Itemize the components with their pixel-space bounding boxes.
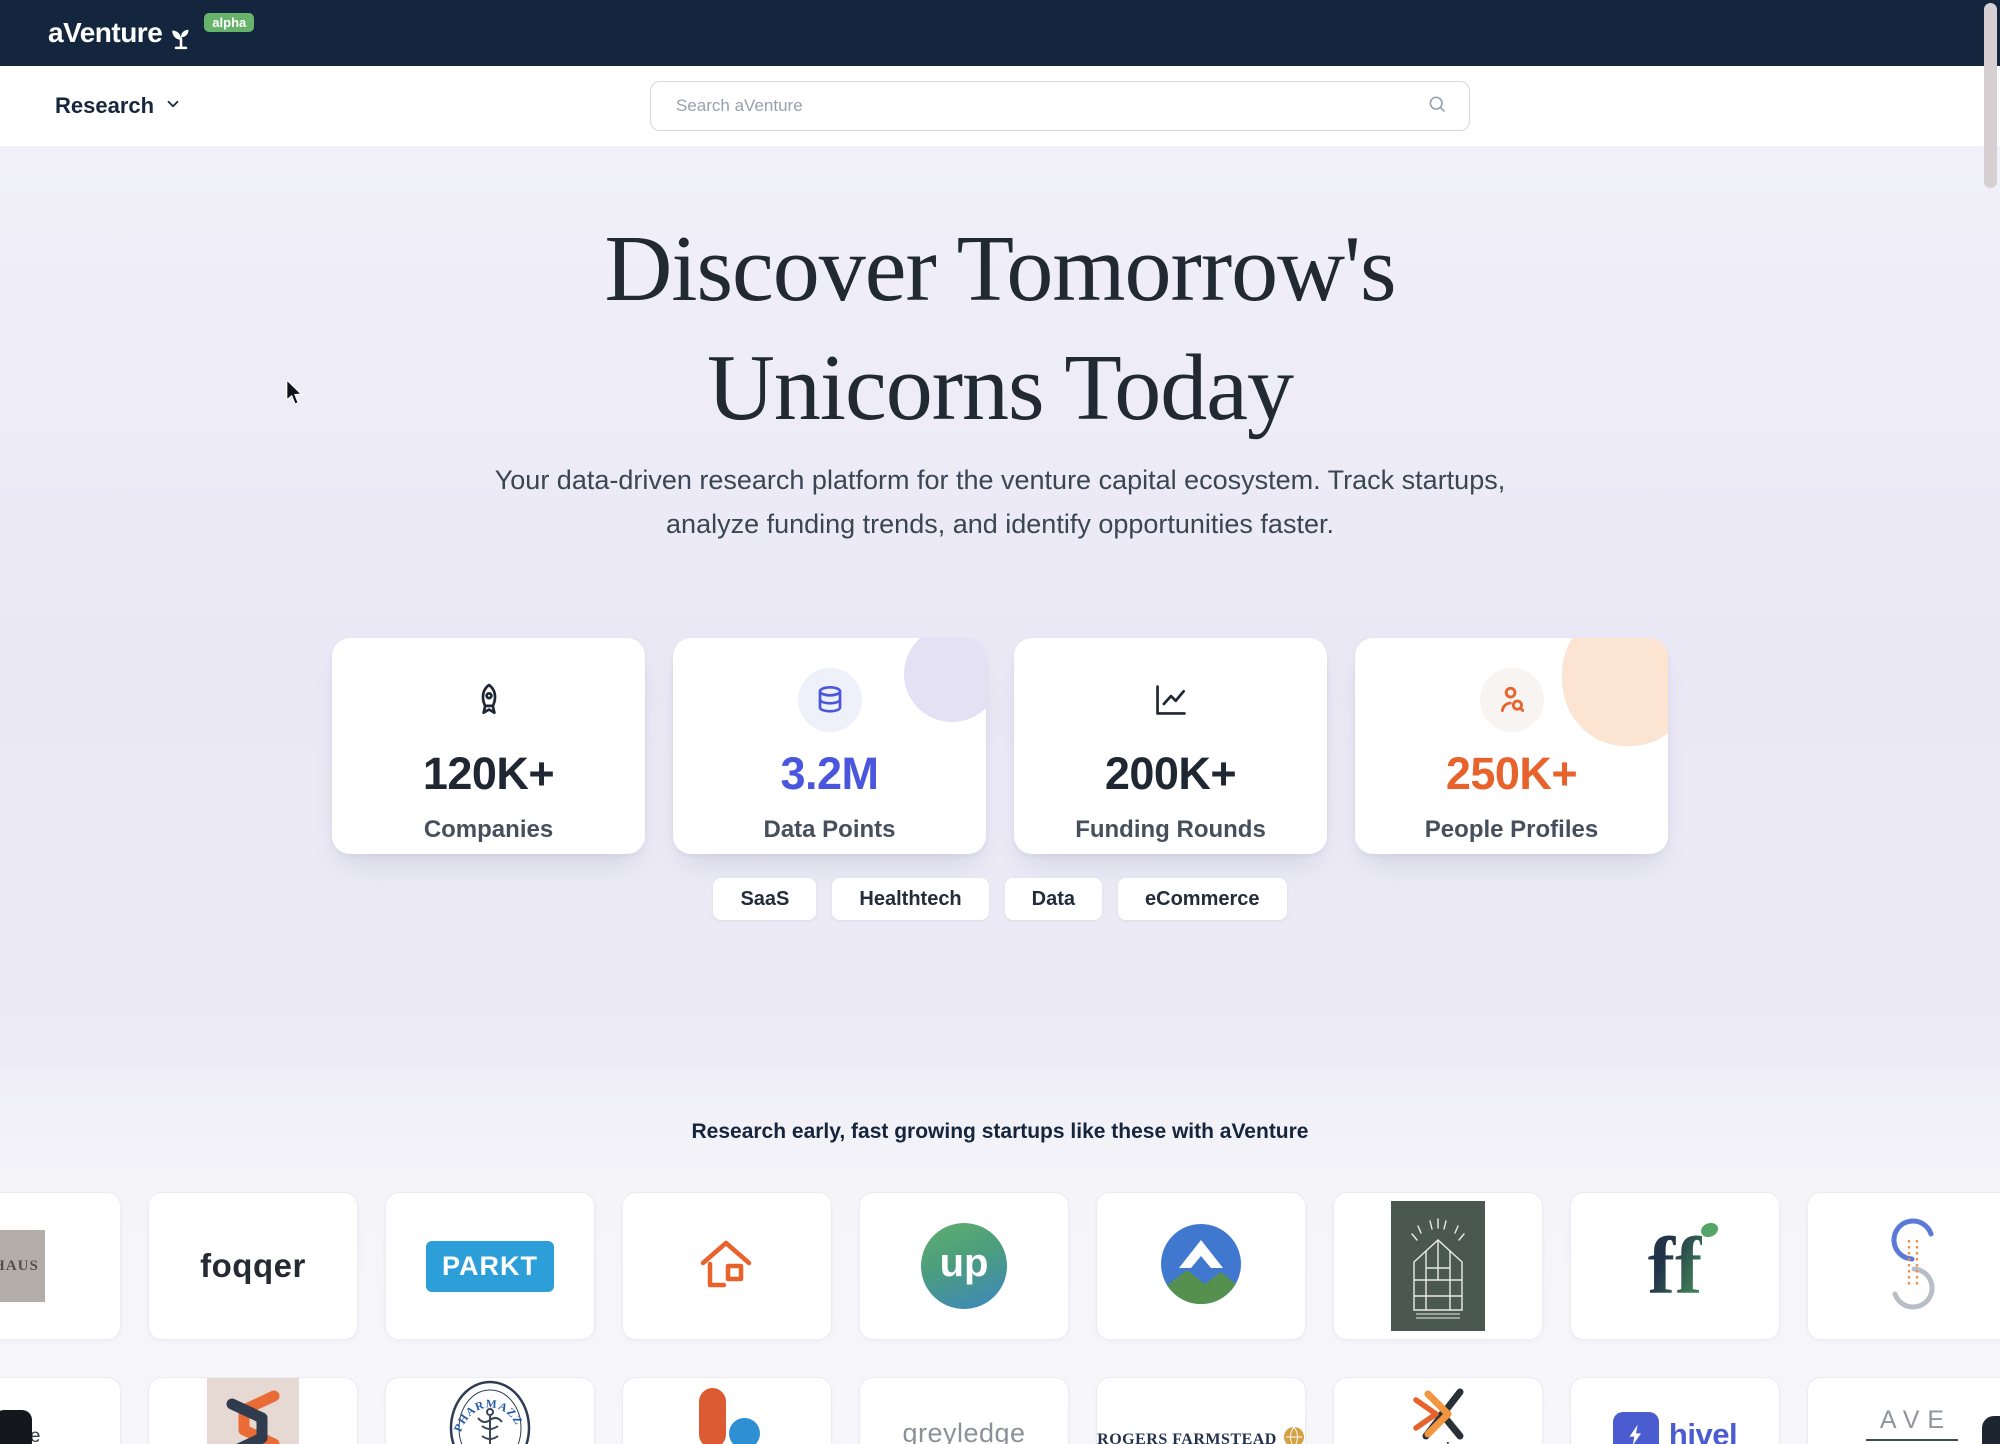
logo-card-s-hex[interactable] [148, 1377, 358, 1444]
rogers-farmstead-logo: ROGERS FARMSTEAD [1097, 1426, 1305, 1444]
database-icon [798, 668, 862, 732]
decorative-blob [1562, 638, 1668, 746]
hivel-logo: hivel [1613, 1412, 1737, 1444]
logo-row-2: Trade PHARMAZZ [0, 1377, 2000, 1444]
search-icon[interactable] [1427, 94, 1447, 119]
up-logo: up [921, 1223, 1007, 1309]
gold-globe-icon [1283, 1426, 1305, 1444]
logo-card-pharmazz[interactable]: PHARMAZZ [385, 1377, 595, 1444]
logo-card-hivel[interactable]: hivel [1570, 1377, 1780, 1444]
tag-healthtech[interactable]: Healthtech [832, 878, 988, 920]
tag-saas[interactable]: SaaS [713, 878, 816, 920]
logo-card-home[interactable] [622, 1192, 832, 1340]
parkt-logo: PARKT [426, 1241, 554, 1292]
stat-card-data-points: 3.2M Data Points [673, 638, 986, 854]
stat-label: Companies [332, 816, 645, 844]
greyledge-logo: greyledge TECHNOLOGIES [902, 1418, 1025, 1444]
top-header: aVenture alpha [0, 0, 2000, 66]
startups-heading: Research early, fast growing startups li… [0, 1120, 2000, 1144]
leaf-icon [1701, 1223, 1718, 1237]
scrollbar-thumb[interactable] [1984, 3, 1997, 188]
alpha-badge: alpha [204, 13, 254, 32]
stat-card-companies: 120K+ Companies [332, 638, 645, 854]
stat-value: 200K+ [1014, 748, 1327, 800]
mountain-icon [1159, 1222, 1243, 1311]
logo-card-parkt[interactable]: PARKT [385, 1192, 595, 1340]
stat-value: 120K+ [332, 748, 645, 800]
rocket-icon [457, 668, 521, 732]
haus-logo: HAUS [0, 1230, 45, 1302]
ff-logo: ff [1648, 1225, 1703, 1307]
page-title-line1: Discover Tomorrow's [0, 210, 2000, 329]
page-title: Discover Tomorrow's Unicorns Today [0, 210, 2000, 449]
page: aVenture alpha Research [0, 0, 2000, 1444]
stats-row: 120K+ Companies 3.2M Data Points [332, 638, 1668, 854]
brand-name: aVenture [48, 11, 162, 47]
corner-widget-left[interactable] [0, 1410, 32, 1444]
logo-row-1: HAUS foqqer PARKT up [0, 1192, 2000, 1340]
research-menu[interactable]: Research [55, 93, 182, 119]
abstract-shapes-logo [681, 1388, 773, 1444]
chevron-down-icon [164, 93, 182, 119]
decorative-circle [904, 638, 986, 722]
chart-line-icon [1139, 668, 1203, 732]
logo-card-verix[interactable]: verix [1333, 1377, 1543, 1444]
s-hexagon-logo [207, 1378, 299, 1444]
person-search-icon [1480, 668, 1544, 732]
stat-value: 250K+ [1355, 748, 1668, 800]
logo-card-greyledge[interactable]: greyledge TECHNOLOGIES [859, 1377, 1069, 1444]
orange-house-icon [695, 1232, 759, 1301]
category-tags: SaaS Healthtech Data eCommerce [0, 878, 2000, 920]
s-curves-logo [1873, 1218, 1951, 1315]
greenhouse-logo [1391, 1201, 1485, 1331]
tag-data[interactable]: Data [1005, 878, 1102, 920]
mouse-cursor [284, 380, 306, 411]
research-menu-label: Research [55, 93, 154, 119]
logo-card-foqqer[interactable]: foqqer [148, 1192, 358, 1340]
stat-card-funding-rounds: 200K+ Funding Rounds [1014, 638, 1327, 854]
logo-card-mountain[interactable] [1096, 1192, 1306, 1340]
logo-card-ff[interactable]: ff [1570, 1192, 1780, 1340]
startups-section: Research early, fast growing startups li… [0, 1068, 2000, 1444]
hero-section: Discover Tomorrow's Unicorns Today Your … [0, 146, 2000, 1068]
stat-value: 3.2M [673, 748, 986, 800]
verix-logo: verix [1400, 1386, 1476, 1444]
brand-logo[interactable]: aVenture alpha [48, 11, 254, 56]
logo-card-haus[interactable]: HAUS [0, 1192, 121, 1340]
logo-card-rogers-farmstead[interactable]: ROGERS FARMSTEAD [1096, 1377, 1306, 1444]
hero-subtitle: Your data-driven research platform for t… [470, 458, 1530, 546]
navbar: Research [0, 66, 2000, 146]
bolt-icon [1613, 1412, 1659, 1444]
logo-card-ave-shops[interactable]: AVE SHOPS [1807, 1377, 2000, 1444]
seedling-icon [166, 21, 196, 56]
pharmazz-seal-logo: PHARMAZZ [444, 1378, 536, 1444]
stat-card-people-profiles: 250K+ People Profiles [1355, 638, 1668, 854]
logo-card-up[interactable]: up [859, 1192, 1069, 1340]
logo-card-greenhouse[interactable] [1333, 1192, 1543, 1340]
stat-label: Data Points [673, 816, 986, 844]
search-input[interactable] [676, 96, 1427, 116]
stat-label: People Profiles [1355, 816, 1668, 844]
foqqer-logo: foqqer [200, 1247, 306, 1285]
corner-widget-right[interactable] [1982, 1416, 2000, 1444]
logo-card-shapes[interactable] [622, 1377, 832, 1444]
ave-shops-logo: AVE SHOPS [1866, 1406, 1958, 1444]
stat-label: Funding Rounds [1014, 816, 1327, 844]
search-bar [650, 81, 1470, 131]
logo-card-s-curves[interactable] [1807, 1192, 2000, 1340]
tag-ecommerce[interactable]: eCommerce [1118, 878, 1287, 920]
